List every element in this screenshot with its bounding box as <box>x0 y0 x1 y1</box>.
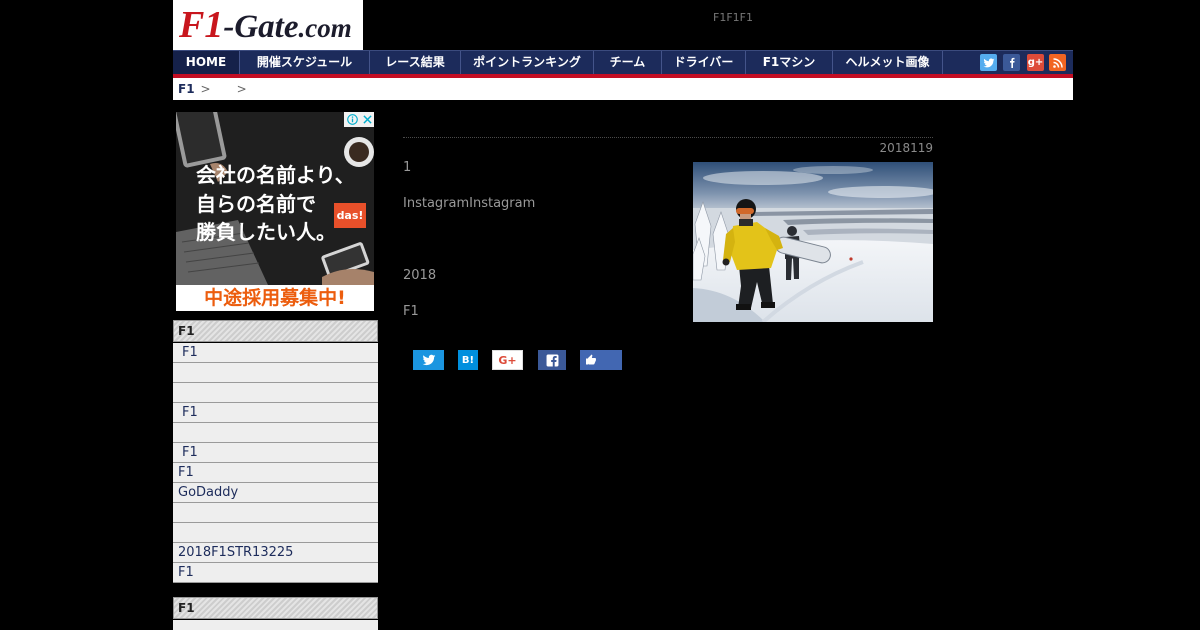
article-paragraph: F1 <box>403 304 419 319</box>
article-paragraph <box>403 231 683 267</box>
ad-brand-logo: das! <box>334 203 366 228</box>
page-container: F1-Gate.com F1F1F1 HOME 開催スケジュール レース結果 ポ… <box>173 0 1073 630</box>
ad-headline-line: 勝負したい人。 <box>196 220 336 244</box>
article-divider <box>403 137 933 138</box>
adchoices-controls[interactable] <box>344 112 374 127</box>
article-photo <box>693 162 933 322</box>
sidebar-section: F1 F1 F1 F1 F1 GoDaddy 2018F1STR13225 F1 <box>173 320 378 583</box>
rss-icon <box>1052 57 1063 68</box>
sidebar-link-list <box>173 620 378 630</box>
logo-f1: F1 <box>179 4 224 46</box>
nav-item-ranking[interactable]: ポイントランキング <box>461 51 594 74</box>
breadcrumb-home-link[interactable]: F1 <box>178 82 195 96</box>
sidebar-link[interactable] <box>173 523 378 543</box>
twitter-icon <box>983 58 994 67</box>
article-date: 2018119 <box>879 141 933 155</box>
sidebar-link-list: F1 F1 F1 F1 GoDaddy 2018F1STR13225 F1 <box>173 343 378 583</box>
google-plus-icon: g+ <box>1027 57 1044 68</box>
sidebar-link[interactable]: F1 <box>173 443 378 463</box>
hatena-bookmark-button[interactable]: B! <box>458 350 478 370</box>
twitter-icon <box>422 354 435 366</box>
facebook-share-button[interactable] <box>538 350 566 370</box>
breadcrumb-separator: > <box>236 82 247 96</box>
article-body: 1 InstagramInstagram 2018 F1 <box>403 159 683 339</box>
article-paragraph: 1 <box>403 160 412 175</box>
ad-cta: 中途採用募集中! <box>176 285 374 311</box>
logo-com: .com <box>298 13 352 43</box>
nav-google-plus-link[interactable]: g+ <box>1027 54 1044 71</box>
nav-facebook-link[interactable] <box>1003 54 1020 71</box>
main-nav: HOME 開催スケジュール レース結果 ポイントランキング チーム ドライバー … <box>173 50 1073 78</box>
sidebar-link[interactable]: GoDaddy <box>173 483 378 503</box>
thumbs-up-icon <box>586 354 596 365</box>
sidebar-link[interactable] <box>173 383 378 403</box>
sidebar-link[interactable]: F1 <box>173 463 378 483</box>
sidebar-link[interactable]: F1 <box>173 343 378 363</box>
twitter-share-button[interactable] <box>413 350 444 370</box>
sidebar-link[interactable] <box>173 423 378 443</box>
sidebar-section-heading: F1 <box>173 597 378 619</box>
sidebar-section-heading: F1 <box>173 320 378 342</box>
sidebar-link[interactable]: F1 <box>173 563 378 583</box>
sidebar-link[interactable] <box>173 503 378 523</box>
facebook-icon <box>546 354 558 367</box>
sidebar-ad-banner[interactable]: 会社の名前より、 自らの名前で 勝負したい人。 das! 中途採用募集中! <box>176 112 374 311</box>
adchoices-info-icon[interactable] <box>346 114 358 125</box>
site-tagline: F1F1F1 <box>713 11 753 24</box>
adchoices-close-icon[interactable] <box>362 115 372 124</box>
breadcrumb-current <box>211 81 231 93</box>
nav-item-helmets[interactable]: ヘルメット画像 <box>833 51 943 74</box>
google-plus-share-button[interactable]: G+ <box>492 350 523 370</box>
nav-item-drivers[interactable]: ドライバー <box>662 51 746 74</box>
nav-item-results[interactable]: レース結果 <box>370 51 461 74</box>
sidebar-link[interactable]: 2018F1STR13225 <box>173 543 378 563</box>
ad-headline-line: 会社の名前より、 <box>196 163 355 187</box>
nav-item-home[interactable]: HOME <box>173 51 240 74</box>
nav-twitter-link[interactable] <box>980 54 997 71</box>
sidebar-section: F1 <box>173 597 378 630</box>
article-paragraph: 2018 <box>403 268 437 283</box>
sidebar-link[interactable] <box>173 620 378 630</box>
facebook-like-button[interactable] <box>580 350 622 370</box>
facebook-icon <box>1009 57 1015 68</box>
nav-item-teams[interactable]: チーム <box>594 51 662 74</box>
sidebar-link[interactable]: F1 <box>173 403 378 423</box>
sidebar-link[interactable] <box>173 363 378 383</box>
ad-headline-line: 自らの名前で <box>196 192 316 216</box>
article-paragraph: InstagramInstagram <box>403 196 536 211</box>
nav-item-machines[interactable]: F1マシン <box>746 51 833 74</box>
logo-text: F1-Gate.com <box>179 4 352 46</box>
nav-rss-link[interactable] <box>1049 54 1066 71</box>
breadcrumb-separator: > <box>200 82 211 96</box>
logo-gate: -Gate <box>223 9 299 45</box>
nav-item-schedule[interactable]: 開催スケジュール <box>240 51 370 74</box>
breadcrumb: F1 > > <box>173 78 1073 100</box>
site-logo[interactable]: F1-Gate.com <box>173 0 363 50</box>
